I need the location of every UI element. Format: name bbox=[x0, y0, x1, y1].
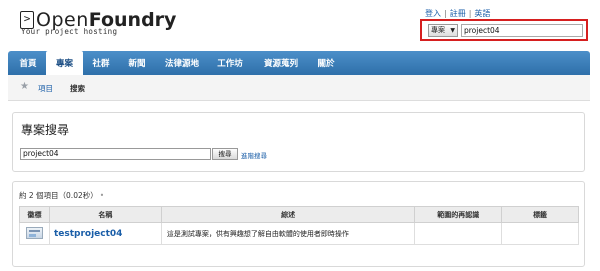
result-count-text: 約 2 個項目（0.02秒） bbox=[19, 191, 98, 200]
results-table: 徽標 名稱 綜述 範圍的再認識 標籤 testproject04 這是測試專案，… bbox=[19, 206, 579, 245]
nav-item-community[interactable]: 社群 bbox=[83, 51, 119, 75]
login-link[interactable]: 登入 bbox=[425, 9, 441, 18]
column-header-scope[interactable]: 範圍的再認識 bbox=[414, 206, 503, 223]
column-header-name[interactable]: 名稱 bbox=[48, 206, 162, 223]
search-results-panel: 約 2 個項目（0.02秒） • 徽標 名稱 綜述 範圍的再認識 標籤 testp… bbox=[12, 181, 585, 267]
project-scope-cell bbox=[414, 222, 503, 245]
search-button[interactable]: 搜尋 bbox=[212, 148, 238, 160]
nav-item-workshop[interactable]: 工作坊 bbox=[209, 51, 251, 75]
project-search-panel: 專案搜尋 project04 搜尋 進階搜尋 bbox=[12, 112, 585, 172]
nav-item-legal[interactable]: 法律源地 bbox=[155, 51, 209, 75]
bullet: • bbox=[99, 191, 105, 200]
register-link[interactable]: 註冊 bbox=[450, 9, 466, 18]
table-header-row: 徽標 名稱 綜述 範圍的再認識 標籤 bbox=[19, 206, 579, 223]
project-logo-icon[interactable] bbox=[25, 226, 43, 239]
nav-item-resources[interactable]: 資源蒐列 bbox=[251, 51, 311, 75]
project-name-cell: testproject04 bbox=[48, 222, 162, 245]
table-row: testproject04 這是測試專案，供有興趣想了解自由軟體的使用者即時操作 bbox=[19, 222, 579, 245]
separator: | bbox=[444, 9, 447, 18]
column-header-logo[interactable]: 徽標 bbox=[19, 206, 50, 223]
star-icon[interactable]: ★ bbox=[20, 82, 30, 92]
main-nav: 首頁 專案 社群 新聞 法律源地 工作坊 資源蒐列 關於 bbox=[8, 51, 590, 75]
language-link[interactable]: 英語 bbox=[474, 9, 490, 18]
breadcrumb-current: 搜索 bbox=[70, 84, 85, 93]
project-tags-cell bbox=[501, 222, 579, 245]
project-summary-cell: 這是測試專案，供有興趣想了解自由軟體的使用者即時操作 bbox=[160, 222, 416, 245]
nav-item-news[interactable]: 新聞 bbox=[119, 51, 155, 75]
chevron-down-icon: ▼ bbox=[450, 27, 455, 34]
breadcrumb-projects-link[interactable]: 項目 bbox=[38, 83, 53, 94]
project-logo-cell bbox=[19, 222, 50, 245]
site-header: > Open Foundry Your project hosting 登入 | 註… bbox=[0, 0, 600, 50]
search-scope-value: 專案 bbox=[431, 26, 445, 34]
page-title: 專案搜尋 bbox=[21, 123, 70, 137]
separator: | bbox=[468, 9, 472, 18]
nav-item-projects[interactable]: 專案 bbox=[46, 51, 83, 75]
header-search-box: 專案 ▼ project04 bbox=[420, 19, 588, 41]
nav-item-about[interactable]: 關於 bbox=[311, 51, 341, 75]
top-links: 登入 | 註冊 | 英語 bbox=[425, 8, 490, 19]
project-name-link[interactable]: testproject04 bbox=[54, 229, 122, 239]
logo-tagline: Your project hosting bbox=[21, 27, 118, 36]
column-header-summary[interactable]: 綜述 bbox=[160, 206, 416, 223]
header-search-input[interactable]: project04 bbox=[461, 24, 583, 37]
advanced-search-link[interactable]: 進階搜尋 bbox=[241, 150, 267, 160]
column-header-tags[interactable]: 標籤 bbox=[501, 206, 579, 223]
project-search-input[interactable]: project04 bbox=[20, 148, 211, 160]
breadcrumb: ★ 項目 搜索 bbox=[8, 75, 590, 101]
result-count: 約 2 個項目（0.02秒） • bbox=[19, 190, 104, 201]
search-scope-select[interactable]: 專案 ▼ bbox=[428, 24, 458, 37]
nav-item-home[interactable]: 首頁 bbox=[10, 51, 46, 75]
